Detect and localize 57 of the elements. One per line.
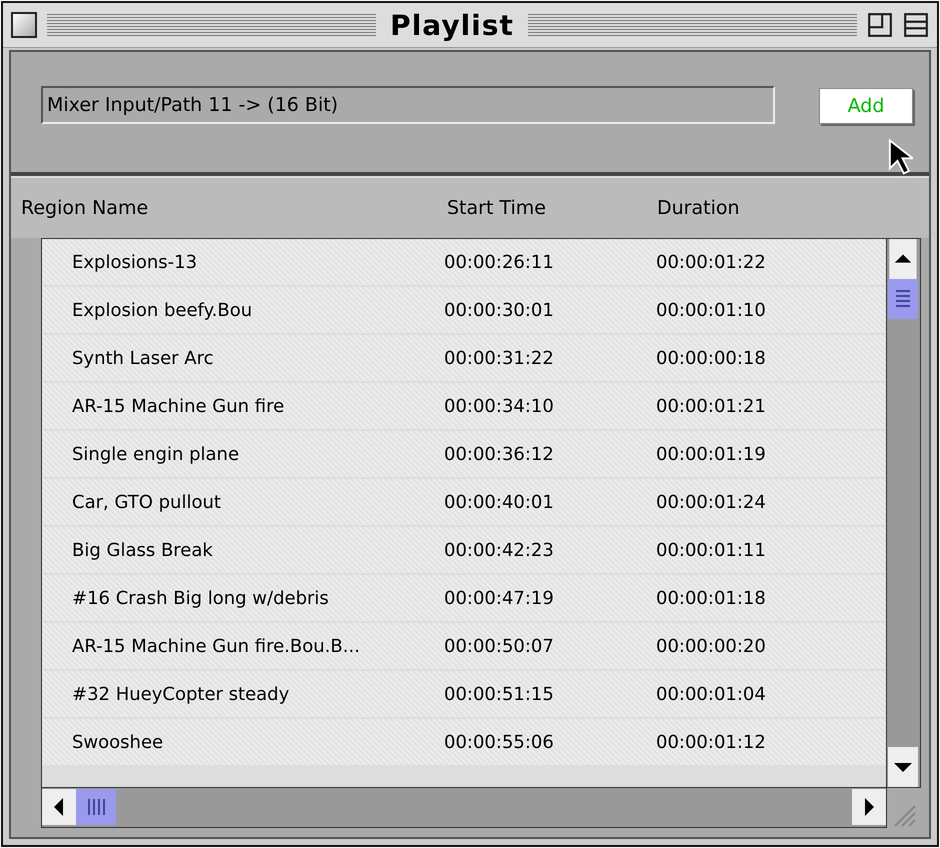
table-cell: 00:00:01:18 [656, 588, 766, 608]
table-cell-text: Single engin plane [71, 444, 240, 464]
table-cell: 00:00:01:22 [656, 252, 766, 272]
window-title: Playlist [389, 8, 515, 42]
table-cell-text: 00:00:34:10 [444, 396, 555, 416]
table-cell-text: Explosion beefy.Bou [71, 300, 254, 320]
table-cell: 00:00:01:24 [656, 492, 766, 512]
table-cell-text: 00:00:42:23 [444, 540, 555, 560]
playlist-row[interactable]: #16 Crash Big long w/debris 00:00:47:19 00:00:01:18 [42, 575, 886, 621]
playlist-row[interactable]: AR-15 Machine Gun fire.Bou.B... 00:00:50:07 00:00:00:20 [42, 623, 886, 669]
table-cell-text: 00:00:30:01 [444, 300, 555, 320]
table-cell-text: #32 HueyCopter steady [71, 684, 290, 704]
close-box[interactable] [11, 12, 37, 38]
table-cell: 00:00:01:21 [656, 396, 766, 416]
playlist-row[interactable]: Synth Laser Arc 00:00:31:22 00:00:00:18 [42, 335, 886, 381]
column-header[interactable]: Start Time [447, 197, 657, 219]
collapse-box-icon[interactable] [903, 12, 929, 38]
table-cell: 00:00:01:04 [656, 684, 766, 704]
column-header[interactable]: Duration [657, 197, 740, 219]
table-cell-text: 00:00:51:15 [444, 684, 555, 704]
vertical-scrollbar[interactable] [887, 238, 921, 788]
playlist-row[interactable]: AR-15 Machine Gun fire 00:00:34:10 00:00:01:21 [42, 383, 886, 429]
scroll-thumb[interactable] [887, 279, 919, 319]
playlist-row[interactable]: Big Glass Break 00:00:42:23 00:00:01:11 [42, 527, 886, 573]
table-cell-text: Swooshee [71, 732, 164, 752]
table-cell-text: AR-15 Machine Gun fire [71, 396, 286, 416]
table-cell-text: AR-15 Machine Gun fire.Bou.B... [71, 636, 361, 656]
table-cell-text: #16 Crash Big long w/debris [71, 588, 330, 608]
table-cell-text: 00:00:55:06 [444, 732, 555, 752]
mouse-pointer-icon [887, 138, 913, 176]
table-cell-text: Big Glass Break [71, 540, 214, 560]
column-header[interactable]: Region Name [21, 197, 447, 219]
table-cell-text: Explosions-13 [71, 252, 198, 272]
playlist-row[interactable]: Car, GTO pullout 00:00:40:01 00:00:01:24 [42, 479, 886, 525]
table-cell-text: 00:00:26:11 [444, 252, 555, 272]
table-cell: 00:00:01:19 [656, 444, 766, 464]
table-cell-text: 00:00:40:01 [444, 492, 555, 512]
playlist-row[interactable]: Single engin plane 00:00:36:12 00:00:01:19 [42, 431, 886, 477]
table-cell-text: 00:00:50:07 [444, 636, 555, 656]
table-cell-text: 00:00:31:22 [444, 348, 555, 368]
table-cell-text: 00:00:36:12 [444, 444, 555, 464]
table-cell: 00:00:01:12 [656, 732, 766, 752]
zoom-box-icon[interactable] [867, 12, 893, 38]
horizontal-scrollbar[interactable] [41, 788, 887, 828]
playlist-row[interactable]: #32 HueyCopter steady 00:00:51:15 00:00:01:04 [42, 671, 886, 717]
table-cell: 00:00:01:11 [656, 540, 766, 560]
playlist-row[interactable]: Swooshee 00:00:55:06 00:00:01:12 [42, 719, 886, 765]
scroll-thumb[interactable] [76, 788, 116, 826]
table-cell: 00:00:01:10 [656, 300, 766, 320]
table-cell-text: Car, GTO pullout [71, 492, 222, 512]
source-field[interactable]: Mixer Input/Path 11 -> (16 Bit) [41, 86, 775, 124]
playlist-row[interactable]: Explosions-13 00:00:26:11 00:00:01:22 [42, 239, 886, 285]
table-cell: 00:00:00:20 [656, 636, 766, 656]
table-cell: 00:00:00:18 [656, 348, 766, 368]
table-cell-text: 00:00:47:19 [444, 588, 555, 608]
playlist-row[interactable]: Explosion beefy.Bou 00:00:30:01 00:00:01:10 [42, 287, 886, 333]
table-cell-text: Synth Laser Arc [71, 348, 215, 368]
